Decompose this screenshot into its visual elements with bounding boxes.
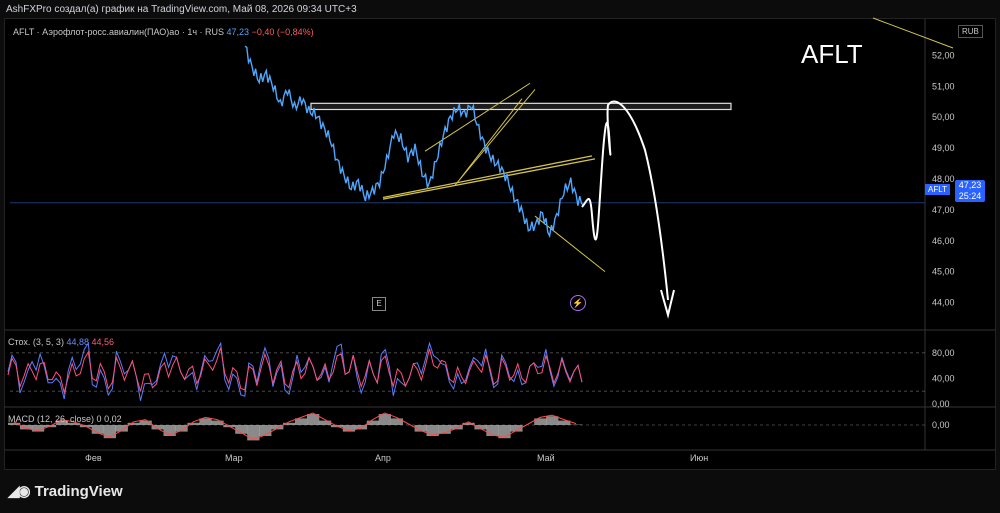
- tradingview-logo[interactable]: ◢◉ TradingView: [8, 482, 123, 500]
- price-tick-label: 49,00: [932, 143, 955, 153]
- price-tick-label: 46,00: [932, 236, 955, 246]
- month-label: Мар: [225, 453, 243, 463]
- month-label: Май: [537, 453, 555, 463]
- stochastic-k-value: 44,88: [66, 337, 89, 347]
- macd-histogram-bar: [211, 420, 224, 425]
- price-tick-label: 45,00: [932, 267, 955, 277]
- stoch-k-line: [7, 341, 583, 401]
- current-price-value: 47,23: [958, 180, 982, 190]
- month-label: Апр: [375, 453, 391, 463]
- trend-line: [534, 215, 606, 273]
- trend-line: [382, 158, 596, 200]
- price-tick-label: 44,00: [932, 298, 955, 308]
- macd-title: MACD (12, 26, close): [8, 414, 95, 424]
- trend-line: [424, 82, 531, 152]
- stochastic-title: Стох. (3, 5, 3): [8, 337, 64, 347]
- price-tick-label: 50,00: [932, 112, 955, 122]
- brand-name: TradingView: [34, 483, 123, 500]
- price-tick-label: 47,00: [932, 205, 955, 215]
- month-label: Фев: [85, 453, 102, 463]
- current-price-tag: 47,23 25:24: [955, 180, 985, 202]
- trend-line: [382, 155, 593, 199]
- stoch-tick-label: 80,00: [932, 348, 955, 358]
- trend-line: [872, 17, 954, 49]
- bar-countdown: 25:24: [958, 191, 982, 201]
- earnings-badge[interactable]: E: [372, 297, 386, 311]
- macd-histogram-bar: [163, 425, 176, 436]
- lightning-icon[interactable]: ⚡: [570, 295, 586, 311]
- projection-path: [581, 100, 669, 301]
- price-line: [244, 45, 586, 239]
- trend-line: [459, 98, 523, 180]
- price-tick-label: 48,00: [932, 174, 955, 184]
- chart-canvas[interactable]: 52,00 51,00 50,00 49,00 48,00 47,00 46,00 45,00…: [0, 0, 1000, 513]
- stochastic-label: Стох. (3, 5, 3) 44,88 44,56: [8, 337, 114, 347]
- price-tick-label: 51,00: [932, 81, 955, 91]
- month-label: Июн: [690, 453, 708, 463]
- tradingview-logo-icon: ◢◉: [8, 483, 31, 500]
- symbol-price-tag: AFLT: [925, 184, 950, 195]
- macd-value-2: 0,02: [104, 414, 122, 424]
- price-tick-label: 52,00: [932, 50, 955, 60]
- macd-histogram-bar: [486, 425, 499, 436]
- stoch-tick-label: 40,00: [932, 373, 955, 383]
- macd-value-1: 0: [96, 414, 102, 424]
- macd-histogram-bar: [546, 416, 559, 425]
- stoch-tick-label: 0,00: [932, 399, 950, 409]
- macd-histogram-bar: [318, 420, 332, 425]
- macd-label: MACD (12, 26, close) 0 0,02: [8, 414, 122, 424]
- macd-tick-label: 0,00: [932, 420, 950, 430]
- stochastic-d-value: 44,56: [91, 337, 115, 347]
